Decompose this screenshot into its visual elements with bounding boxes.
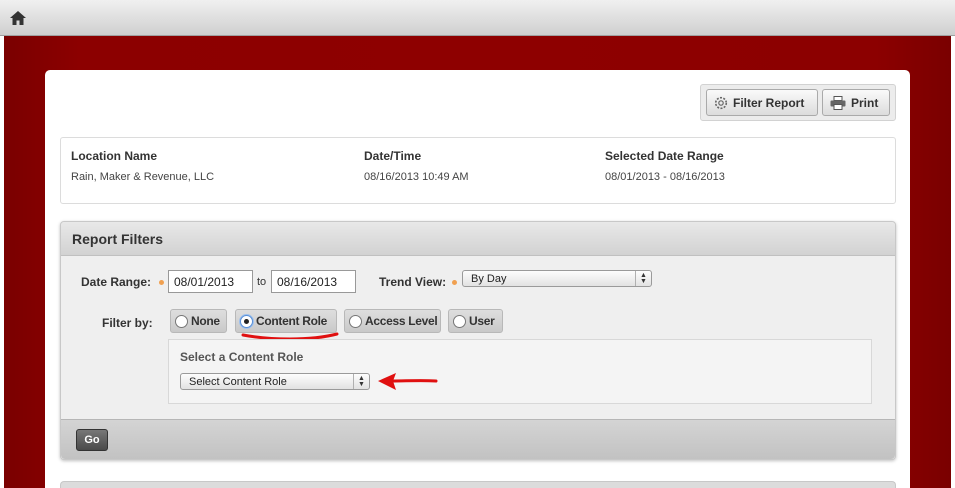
date-range-label: Selected Date Range: [605, 149, 724, 163]
date-range-column: Selected Date Range 08/01/2013 - 08/16/2…: [605, 149, 725, 183]
filters-footer: [61, 419, 895, 459]
filter-option-none[interactable]: None: [170, 309, 227, 333]
filter-option-label: Content Role: [256, 314, 328, 328]
report-filters-title: Report Filters: [61, 222, 895, 256]
content-role-box: Select a Content Role Select Content Rol…: [168, 339, 872, 404]
filter-option-label: User: [469, 314, 495, 328]
location-column: Location Name Rain, Maker & Revenue, LLC: [71, 149, 214, 183]
print-button[interactable]: Print: [822, 89, 890, 116]
date-to-input[interactable]: 08/16/2013: [271, 270, 356, 293]
required-dot: [159, 280, 164, 285]
content-role-select-value: Select Content Role: [189, 376, 287, 388]
radio-selected-icon: [240, 314, 253, 328]
to-label: to: [257, 276, 267, 288]
print-label: Print: [851, 95, 879, 110]
filter-by-label: Filter by:: [102, 316, 153, 330]
radio-icon: [175, 314, 188, 328]
date-range-value: 08/01/2013 - 08/16/2013: [605, 171, 725, 183]
top-bar: [0, 0, 955, 36]
trend-view-select[interactable]: By Day ▲ ▼: [462, 270, 652, 287]
content-role-select[interactable]: Select Content Role ▲ ▼: [180, 373, 370, 390]
trend-view-value: By Day: [471, 273, 507, 285]
report-toolbar: Filter Report Print: [700, 84, 896, 121]
select-arrows-icon: ▲ ▼: [635, 271, 651, 286]
date-from-input[interactable]: 08/01/2013: [168, 270, 253, 293]
gear-icon: [714, 96, 728, 109]
filter-report-label: Filter Report: [733, 95, 805, 110]
select-arrows-icon: ▲ ▼: [353, 374, 369, 389]
next-section-header: [60, 481, 896, 488]
location-label: Location Name: [71, 149, 158, 163]
datetime-value: 08/16/2013 10:49 AM: [364, 171, 469, 183]
datetime-column: Date/Time 08/16/2013 10:49 AM: [364, 149, 469, 183]
filter-option-label: None: [191, 314, 220, 328]
filter-option-label: Access Level: [365, 314, 438, 328]
datetime-label: Date/Time: [364, 149, 422, 163]
radio-icon: [349, 314, 362, 328]
go-button[interactable]: Go: [76, 429, 108, 451]
home-icon[interactable]: [10, 11, 26, 25]
location-value: Rain, Maker & Revenue, LLC: [71, 171, 215, 183]
required-dot: [452, 280, 457, 285]
printer-icon: [830, 95, 846, 110]
radio-icon: [453, 314, 466, 328]
filter-report-button[interactable]: Filter Report: [706, 89, 818, 116]
annotation-arrow-icon: [378, 373, 438, 390]
report-info-box: Location Name Rain, Maker & Revenue, LLC…: [60, 137, 896, 204]
filter-option-user[interactable]: User: [448, 309, 503, 333]
content-role-heading: Select a Content Role: [180, 350, 304, 364]
date-range-field-label: Date Range:: [81, 275, 152, 289]
trend-view-label: Trend View:: [379, 275, 447, 289]
filter-option-access-level[interactable]: Access Level: [344, 309, 441, 333]
